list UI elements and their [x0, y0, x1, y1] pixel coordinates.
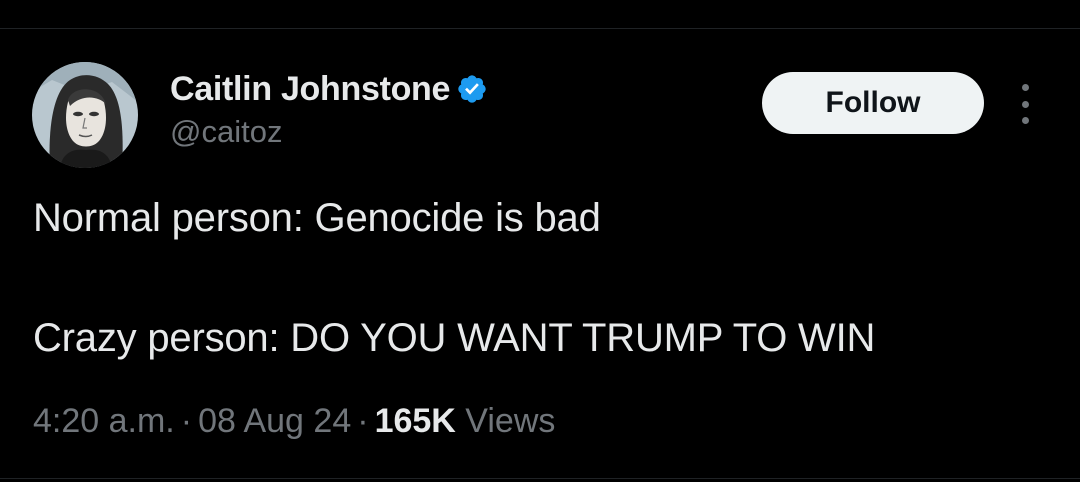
top-divider	[0, 28, 1080, 29]
author-info: Caitlin Johnstone @caitoz	[170, 70, 488, 150]
tweet-meta: 4:20 a.m. · 08 Aug 24 · 165K Views	[33, 402, 555, 441]
meta-separator: ·	[357, 402, 369, 440]
more-dot	[1021, 84, 1029, 91]
verified-badge-icon	[456, 73, 488, 105]
more-dot	[1021, 117, 1029, 124]
author-handle[interactable]: @caitoz	[170, 114, 488, 150]
views-count: 165K	[374, 402, 456, 440]
tweet-date[interactable]: 08 Aug 24	[198, 402, 351, 440]
name-row: Caitlin Johnstone	[170, 70, 488, 108]
views-label: Views	[465, 402, 556, 440]
bottom-divider	[0, 478, 1080, 479]
avatar-portrait	[32, 62, 138, 168]
tweet-text-line-1: Normal person: Genocide is bad	[33, 196, 601, 240]
tweet-card: Caitlin Johnstone @caitoz Follow Normal …	[0, 0, 1080, 482]
avatar[interactable]	[32, 62, 138, 168]
tweet-time[interactable]: 4:20 a.m.	[33, 402, 175, 440]
author-display-name[interactable]: Caitlin Johnstone	[170, 70, 450, 109]
tweet-text-line-2: Crazy person: DO YOU WANT TRUMP TO WIN	[33, 316, 876, 360]
meta-separator: ·	[180, 402, 193, 440]
more-options-icon[interactable]	[1010, 84, 1040, 124]
more-dot	[1021, 100, 1029, 108]
follow-button[interactable]: Follow	[762, 72, 984, 134]
